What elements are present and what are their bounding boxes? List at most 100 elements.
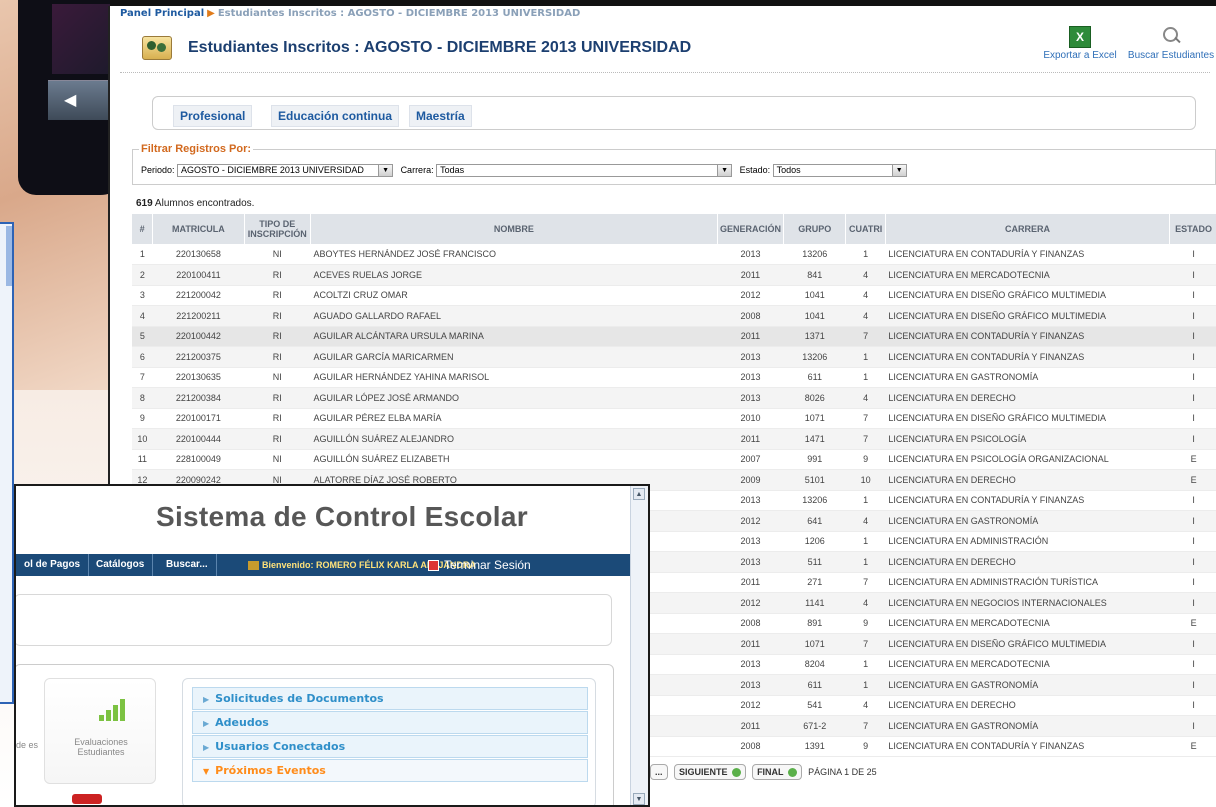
cell-cuatri: 7 [845,408,886,429]
table-row[interactable]: 6 221200375 RI AGUILAR GARCÍA MARICARMEN 201… [132,346,1216,368]
cell-row-number: 9 [132,408,153,429]
menu-item-pagos[interactable]: ol de Pagos [16,554,90,576]
pager-ellipsis-button[interactable]: ... [650,764,668,780]
table-row[interactable]: 4 221200211 RI AGUADO GALLARDO RAFAEL 2008 10… [132,305,1216,327]
logout-label: Terminar Sesión [444,558,531,572]
table-row[interactable]: 8 221200384 RI AGUILAR LÓPEZ JOSÉ ARMANDO 20… [132,387,1216,409]
breadcrumb-separator-icon: ▶ [207,8,215,19]
pagination: ... SIGUIENTE FINAL PÁGINA 1 DE 25 [650,764,877,780]
accordion-solicitudes[interactable]: ▶ Solicitudes de Documentos [192,687,588,710]
cell-generacion: 2011 [717,715,784,737]
accordion-usuarios-label: Usuarios Conectados [215,740,346,753]
cell-row-number: 2 [132,264,153,286]
col-cuatri[interactable]: CUATRI [845,214,886,244]
accordion-eventos[interactable]: ▼ Próximos Eventos [192,759,588,782]
tab-educacion-continua[interactable]: Educación continua [271,105,400,127]
last-page-button[interactable]: FINAL [752,764,802,780]
col-matricula[interactable]: MATRICULA [152,214,245,244]
cell-carrera: LICENCIATURA EN DISEÑO GRÁFICO MULTIMEDI… [885,408,1170,429]
accordion-adeudos[interactable]: ▶ Adeudos [192,711,588,734]
go-icon [787,768,797,778]
col-generacion[interactable]: GENERACIÓN [717,214,785,244]
scroll-down-icon[interactable]: ▼ [633,793,645,805]
cell-grupo: 1371 [783,326,846,347]
search-icon [1160,26,1182,48]
col-number[interactable]: # [132,214,154,244]
cell-row-number: 6 [132,346,153,368]
cell-nombre: AGUILAR HERNÁNDEZ YAHINA MARISOL [310,367,718,388]
cell-estado: I [1169,531,1216,552]
table-row[interactable]: 11 228100049 NI AGUILLÓN SUÁREZ ELIZABETH 20… [132,449,1216,470]
tab-profesional[interactable]: Profesional [173,105,253,127]
vertical-scrollbar[interactable]: ▲ ▼ [630,486,648,805]
cell-matricula: 220100444 [152,428,245,450]
cell-cuatri: 10 [845,469,886,491]
cell-nombre: AGUILAR PÉREZ ELBA MARÍA [310,408,718,429]
cell-carrera: LICENCIATURA EN DERECHO [885,469,1170,491]
scroll-up-icon[interactable]: ▲ [633,488,645,500]
menu-item-catalogos[interactable]: Catálogos [88,554,154,576]
user-icon [248,561,259,571]
table-row[interactable]: 1 220130658 NI ABOYTES HERNÁNDEZ JOSÉ FRANC… [132,244,1216,265]
cell-generacion: 2008 [717,305,784,327]
growth-chart-icon [95,697,127,721]
state-select[interactable]: Todos ▼ [772,164,907,177]
col-carrera[interactable]: CARRERA [885,214,1171,244]
career-select[interactable]: Todas ▼ [436,164,733,177]
cell-carrera: LICENCIATURA EN ADMINISTRACIÓN TURÍSTICA [885,572,1170,593]
cell-cuatri: 1 [845,346,886,368]
logout-button[interactable]: Terminar Sesión [428,554,531,576]
next-page-button[interactable]: SIGUIENTE [674,764,746,780]
tab-maestria[interactable]: Maestría [409,105,472,127]
evaluations-label: Evaluaciones Estudiantes [74,737,128,757]
table-row[interactable]: 9 220100171 RI AGUILAR PÉREZ ELBA MARÍA 2010… [132,408,1216,429]
cell-grupo: 1471 [783,428,846,450]
table-row[interactable]: 5 220100442 RI AGUILAR ALCÁNTARA URSULA MAR… [132,326,1216,347]
control-escolar-window: Sistema de Control Escolar ol de Pagos C… [14,484,650,807]
cell-row-number: 5 [132,326,153,347]
period-select[interactable]: AGOSTO - DICIEMBRE 2013 UNIVERSIDAD ▼ [177,164,394,177]
col-nombre[interactable]: NOMBRE [310,214,718,244]
info-accordion: ▶ Solicitudes de Documentos ▶ Adeudos ▶ Usu… [182,678,596,805]
cell-carrera: LICENCIATURA EN CONTADURÍA Y FINANZAS [885,490,1170,511]
cell-estado: I [1169,592,1216,614]
table-row[interactable]: 10 220100444 RI AGUILLÓN SUÁREZ ALEJANDRO 20… [132,428,1216,450]
table-row[interactable]: 7 220130635 NI AGUILAR HERNÁNDEZ YAHINA MAR… [132,367,1216,388]
cell-carrera: LICENCIATURA EN GASTRONOMÍA [885,510,1170,532]
col-tipo-inscripcion[interactable]: TIPO DE INSCRIPCIÓN [244,214,311,244]
table-row[interactable]: 2 220100411 RI ACEVES RUELAS JORGE 2011 841 4 L… [132,264,1216,286]
cell-carrera: LICENCIATURA EN MERCADOTECNIA [885,654,1170,675]
chevron-down-icon: ▼ [891,165,906,176]
content-box [16,594,612,646]
cell-tipo-inscripcion: RI [244,387,311,409]
chevron-down-icon: ▼ [203,767,210,776]
evaluations-shortcut[interactable]: Evaluaciones Estudiantes [44,678,156,784]
cell-carrera: LICENCIATURA EN DISEÑO GRÁFICO MULTIMEDI… [885,305,1170,327]
cell-cuatri: 4 [845,305,886,327]
cell-cuatri: 9 [845,613,886,634]
cell-estado: I [1169,285,1216,306]
search-students-button[interactable]: Buscar Estudiantes [1125,26,1216,61]
export-excel-button[interactable]: X Exportar a Excel [1040,26,1120,61]
cell-carrera: LICENCIATURA EN DERECHO [885,387,1170,409]
col-estado[interactable]: ESTADO [1169,214,1216,244]
col-grupo[interactable]: GRUPO [783,214,847,244]
accordion-usuarios[interactable]: ▶ Usuarios Conectados [192,735,588,758]
state-select-value: Todos [776,165,801,175]
cell-cuatri: 4 [845,387,886,409]
cell-grupo: 611 [783,674,846,696]
menu-item-buscar[interactable]: Buscar... [158,554,217,576]
cell-nombre: AGUILAR ALCÁNTARA URSULA MARINA [310,326,718,347]
chevron-down-icon: ▼ [378,165,393,176]
cell-grupo: 271 [783,572,846,593]
filter-panel: Filtrar Registros Por: Periodo: AGOSTO -… [132,143,1216,185]
cell-generacion: 2011 [717,326,784,347]
breadcrumb-home-link[interactable]: Panel Principal [120,8,204,19]
store-icon[interactable] [72,794,102,804]
shortcut-label-cut: de es [16,740,39,750]
cell-grupo: 1141 [783,592,846,614]
table-row[interactable]: 3 221200042 RI ACOLTZI CRUZ OMAR 2012 1041 4 LI… [132,285,1216,306]
breadcrumb-current: Estudiantes Inscritos : AGOSTO - DICIEMB… [217,8,581,19]
cell-generacion: 2013 [717,346,784,368]
cell-nombre: AGUILAR LÓPEZ JOSÉ ARMANDO [310,387,718,409]
